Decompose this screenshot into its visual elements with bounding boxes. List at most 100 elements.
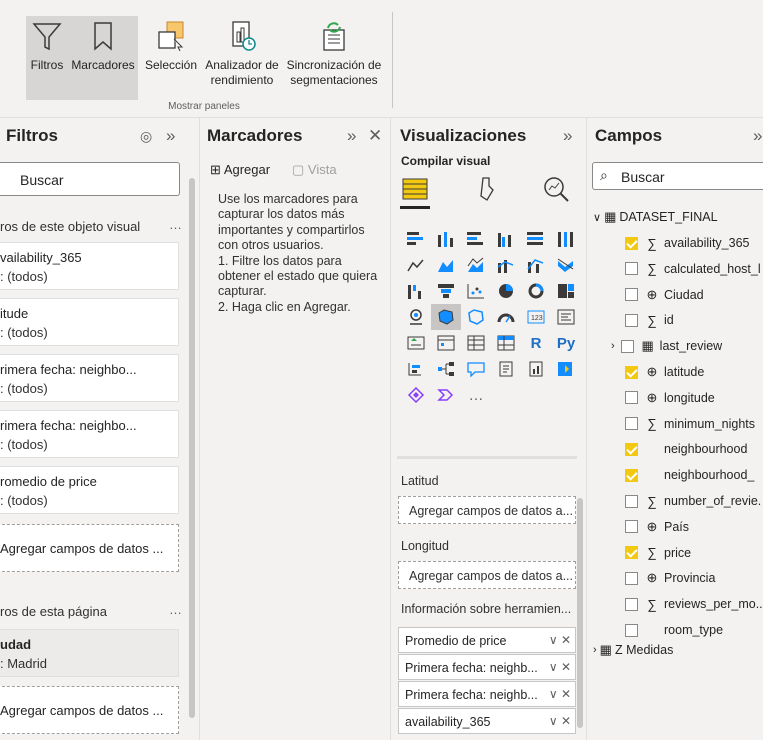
qa-visual-icon[interactable]	[461, 356, 491, 382]
more-options-icon[interactable]: …	[169, 602, 183, 617]
field-item[interactable]: ⊕ Ciudad	[625, 284, 704, 306]
pie-chart-icon[interactable]	[491, 278, 521, 304]
scatter-chart-icon[interactable]	[461, 278, 491, 304]
donut-chart-icon[interactable]	[521, 278, 551, 304]
field-item[interactable]: ⊕ latitude	[625, 361, 704, 383]
field-checkbox[interactable]	[625, 468, 638, 482]
more-options-icon[interactable]: …	[169, 217, 183, 232]
longitude-well-dropzone[interactable]: Agregar campos de datos a...	[398, 561, 576, 589]
stacked-area-chart-icon[interactable]	[461, 252, 491, 278]
field-checkbox[interactable]	[625, 236, 638, 250]
field-item[interactable]: room_type	[625, 619, 723, 641]
decomposition-tree-icon[interactable]	[431, 356, 461, 382]
filter-card[interactable]: romedio de price : (todos)	[0, 466, 179, 514]
analytics-tab-icon[interactable]	[541, 174, 571, 204]
filter-card[interactable]: vailability_365 : (todos)	[0, 242, 179, 290]
field-item[interactable]: ⊕ Provincia	[625, 567, 715, 589]
field-checkbox[interactable]	[625, 442, 638, 456]
visualizations-scrollbar[interactable]	[577, 498, 583, 728]
filter-card[interactable]: rimera fecha: neighbo... : (todos)	[0, 410, 179, 458]
field-item[interactable]: ∑ id	[625, 309, 674, 331]
field-checkbox[interactable]	[625, 520, 638, 534]
field-checkbox[interactable]	[625, 494, 638, 508]
line-and-clustered-column-chart-icon[interactable]	[521, 252, 551, 278]
100-stacked-bar-chart-icon[interactable]	[521, 226, 551, 252]
field-checkbox[interactable]	[625, 365, 638, 379]
field-item[interactable]: ⊕ longitude	[625, 387, 715, 409]
field-item[interactable]: neighbourhood	[625, 438, 747, 460]
field-checkbox[interactable]	[625, 417, 638, 431]
waterfall-chart-icon[interactable]	[401, 278, 431, 304]
field-item[interactable]: ∑ minimum_nights	[625, 413, 755, 435]
eye-icon[interactable]: ◎	[140, 128, 152, 145]
field-item[interactable]: ∑ price	[625, 542, 691, 564]
shape-map-icon[interactable]	[461, 304, 491, 330]
key-influencers-icon[interactable]	[401, 356, 431, 382]
map-icon[interactable]	[401, 304, 431, 330]
filters-search-input[interactable]: ⌕ Buscar	[0, 162, 180, 196]
matrix-icon[interactable]	[491, 330, 521, 356]
filter-card[interactable]: rimera fecha: neighbo... : (todos)	[0, 354, 179, 402]
bookmarks-pane-button[interactable]: Marcadores	[68, 16, 138, 100]
field-checkbox[interactable]	[620, 339, 634, 353]
filled-map-icon[interactable]	[431, 304, 461, 330]
ribbon-chart-icon[interactable]	[551, 252, 581, 278]
collapse-pane-icon[interactable]: »	[347, 126, 356, 146]
python-visual-icon[interactable]: Py	[551, 330, 581, 356]
add-data-fields-dropzone[interactable]: Agregar campos de datos ...	[0, 524, 179, 572]
field-checkbox[interactable]	[625, 313, 638, 327]
stacked-bar-chart-icon[interactable]	[401, 226, 431, 252]
100-stacked-column-chart-icon[interactable]	[551, 226, 581, 252]
field-item[interactable]: ⊕ País	[625, 516, 689, 538]
collapse-pane-icon[interactable]: »	[166, 126, 175, 146]
field-checkbox[interactable]	[625, 623, 638, 637]
close-icon[interactable]: ✕	[368, 126, 382, 146]
funnel-chart-icon[interactable]	[431, 278, 461, 304]
more-visuals-icon[interactable]: …	[461, 382, 491, 408]
sync-slicers-button[interactable]: Sincronización de segmentaciones	[282, 16, 386, 104]
area-chart-icon[interactable]	[431, 252, 461, 278]
line-chart-icon[interactable]	[401, 252, 431, 278]
format-visual-tab-icon[interactable]	[471, 174, 501, 204]
tooltip-field-pill[interactable]: Primera fecha: neighb... ∨ ✕	[398, 654, 576, 680]
paginated-report-icon[interactable]	[521, 356, 551, 382]
field-item[interactable]: ∑ availability_365	[625, 232, 749, 254]
field-dropdown-close-icons[interactable]: ∨ ✕	[549, 633, 571, 647]
stacked-column-chart-icon[interactable]	[431, 226, 461, 252]
tooltip-field-pill[interactable]: availability_365 ∨ ✕	[398, 708, 576, 734]
field-item[interactable]: › ▦ last_review	[611, 335, 722, 357]
tooltip-field-pill[interactable]: Primera fecha: neighb... ∨ ✕	[398, 681, 576, 707]
add-data-fields-dropzone[interactable]: Agregar campos de datos ...	[0, 686, 179, 734]
field-dropdown-close-icons[interactable]: ∨ ✕	[549, 714, 571, 728]
field-checkbox[interactable]	[625, 571, 638, 585]
slicer-icon[interactable]	[431, 330, 461, 356]
tooltip-field-pill[interactable]: Promedio de price ∨ ✕	[398, 627, 576, 653]
view-bookmark-button[interactable]: ▢ Vista	[292, 162, 337, 178]
field-checkbox[interactable]	[625, 288, 638, 302]
collapse-pane-icon[interactable]: »	[753, 126, 762, 146]
treemap-icon[interactable]	[551, 278, 581, 304]
r-script-visual-icon[interactable]: R	[521, 330, 551, 356]
smart-narrative-icon[interactable]	[491, 356, 521, 382]
goals-icon[interactable]	[431, 382, 461, 408]
fields-search-input[interactable]: ⌕ Buscar	[592, 162, 763, 190]
line-and-column-chart-icon[interactable]	[491, 252, 521, 278]
measures-table-node[interactable]: › ▦ Z Medidas	[593, 639, 673, 661]
field-item[interactable]: ∑ reviews_per_mo..	[625, 593, 763, 615]
latitude-well-dropzone[interactable]: Agregar campos de datos a...	[398, 496, 576, 524]
field-checkbox[interactable]	[625, 597, 638, 611]
filter-card-selected[interactable]: udad : Madrid	[0, 629, 179, 677]
field-checkbox[interactable]	[625, 546, 638, 560]
field-checkbox[interactable]	[625, 262, 638, 276]
add-bookmark-button[interactable]: ⊞ Agregar	[210, 162, 270, 178]
field-item[interactable]: ∑ calculated_host_l	[625, 258, 761, 280]
collapse-pane-icon[interactable]: »	[563, 126, 572, 146]
field-item[interactable]: ∑ number_of_revie.	[625, 490, 761, 512]
selection-pane-button[interactable]: Selección	[140, 16, 202, 104]
field-dropdown-close-icons[interactable]: ∨ ✕	[549, 687, 571, 701]
filter-card[interactable]: itude : (todos)	[0, 298, 179, 346]
build-visual-tab-icon[interactable]	[400, 174, 430, 204]
field-dropdown-close-icons[interactable]: ∨ ✕	[549, 660, 571, 674]
filters-scrollbar[interactable]	[189, 178, 195, 718]
field-item[interactable]: neighbourhood_	[625, 464, 754, 486]
